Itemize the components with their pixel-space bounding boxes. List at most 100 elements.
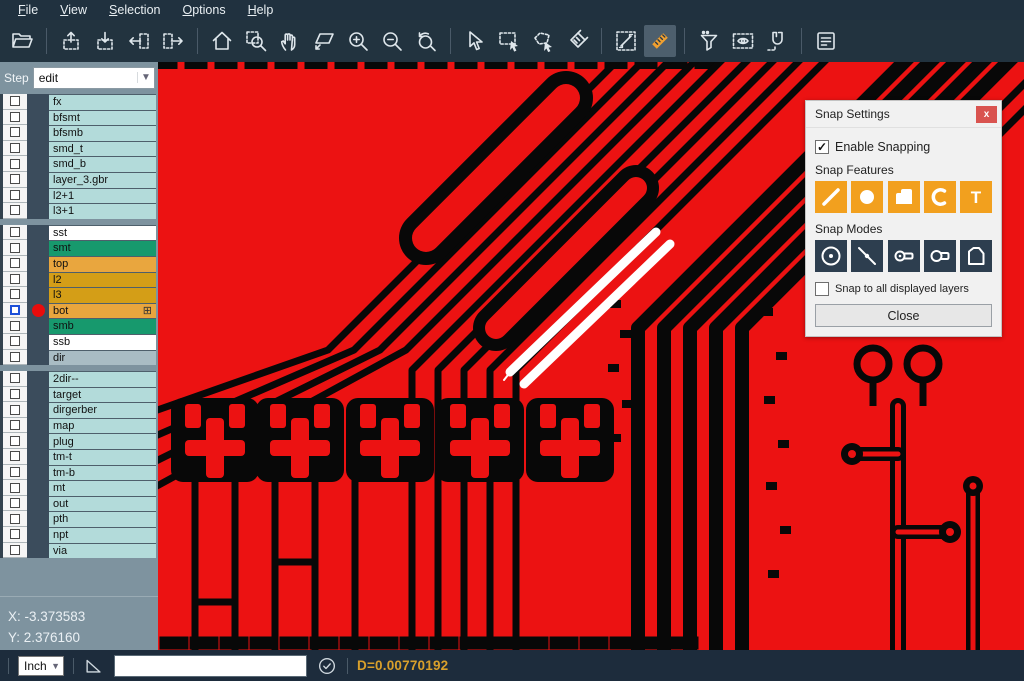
pan-hand-button[interactable]	[274, 25, 306, 57]
angle-measure-button[interactable]	[83, 655, 105, 677]
layer-visibility-checkbox[interactable]	[10, 159, 20, 169]
snap-button[interactable]	[761, 25, 793, 57]
snap-all-layers-checkbox[interactable]	[815, 282, 829, 296]
pan-down-button[interactable]	[89, 25, 121, 57]
layer-name[interactable]: bfsmb	[49, 125, 156, 141]
ruler-button[interactable]	[644, 25, 676, 57]
layer-visibility-checkbox[interactable]	[10, 112, 20, 122]
layer-visibility-checkbox[interactable]	[10, 205, 20, 215]
layer-visibility-checkbox[interactable]	[10, 451, 20, 461]
layer-visibility-checkbox[interactable]	[10, 227, 20, 237]
layer-visibility-checkbox[interactable]	[10, 436, 20, 446]
layer-visibility-checkbox[interactable]	[10, 352, 20, 362]
zoom-selection-button[interactable]	[308, 25, 340, 57]
measure-input[interactable]	[114, 655, 307, 677]
snap-feature-arc-button[interactable]	[924, 181, 956, 213]
snap-feature-text-button[interactable]: T	[960, 181, 992, 213]
home-view-button[interactable]	[206, 25, 238, 57]
layer-name[interactable]: bot ⊞	[49, 303, 156, 319]
layer-visibility-checkbox[interactable]	[10, 498, 20, 508]
enable-snapping-checkbox[interactable]	[815, 140, 829, 154]
pan-right-button[interactable]	[157, 25, 189, 57]
snap-mode-pad-outline-button[interactable]	[924, 240, 956, 272]
pan-left-button[interactable]	[123, 25, 155, 57]
menu-help[interactable]: Help	[238, 1, 284, 19]
view-options-button[interactable]	[727, 25, 759, 57]
layer-visibility-checkbox[interactable]	[10, 389, 20, 399]
select-button[interactable]	[459, 25, 491, 57]
menu-view[interactable]: View	[50, 1, 97, 19]
layer-visibility-checkbox[interactable]	[10, 243, 20, 253]
pan-up-button[interactable]	[55, 25, 87, 57]
paint-button[interactable]	[561, 25, 593, 57]
layer-name[interactable]: smt	[49, 240, 156, 256]
menu-file[interactable]: File	[8, 1, 48, 19]
layer-name[interactable]: plug	[49, 433, 156, 449]
snap-dialog-close-button[interactable]: Close	[815, 304, 992, 327]
select-polygon-button[interactable]	[527, 25, 559, 57]
layer-name[interactable]: out	[49, 496, 156, 512]
menu-options[interactable]: Options	[172, 1, 235, 19]
zoom-out-button[interactable]	[376, 25, 408, 57]
menu-selection[interactable]: Selection	[99, 1, 170, 19]
layer-visibility-checkbox[interactable]	[10, 127, 20, 137]
layer-name[interactable]: l2+1	[49, 188, 156, 204]
layer-visibility-checkbox[interactable]	[10, 483, 20, 493]
filter-button[interactable]	[693, 25, 725, 57]
units-dropdown[interactable]: Inch ▼	[18, 656, 64, 676]
snap-mode-pad-and-hole-button[interactable]	[888, 240, 920, 272]
layer-visibility-checkbox[interactable]	[10, 274, 20, 284]
layer-name[interactable]: target	[49, 387, 156, 403]
layer-name[interactable]: ssb	[49, 334, 156, 350]
layer-name[interactable]: via	[49, 543, 156, 559]
zoom-area-button[interactable]	[240, 25, 272, 57]
layer-name[interactable]: sst	[49, 225, 156, 241]
layer-visibility-checkbox[interactable]	[10, 373, 20, 383]
layer-name[interactable]: smd_t	[49, 141, 156, 157]
layer-visibility-checkbox[interactable]	[10, 289, 20, 299]
layer-visibility-checkbox[interactable]	[10, 174, 20, 184]
layer-name[interactable]: pth	[49, 511, 156, 527]
zoom-previous-button[interactable]	[410, 25, 442, 57]
layer-visibility-checkbox[interactable]	[10, 321, 20, 331]
layer-name[interactable]: mt	[49, 480, 156, 496]
snap-mode-closest-point-button[interactable]	[851, 240, 883, 272]
layer-visibility-checkbox[interactable]	[10, 143, 20, 153]
layer-visibility-checkbox[interactable]	[10, 96, 20, 106]
layer-visibility-checkbox[interactable]	[10, 336, 20, 346]
step-dropdown[interactable]: edit ▼	[33, 67, 155, 89]
layer-name[interactable]: npt	[49, 527, 156, 543]
layer-name[interactable]: tm-t	[49, 449, 156, 465]
layer-visibility-checkbox[interactable]	[10, 514, 20, 524]
snap-dialog-titlebar[interactable]: Snap Settings x	[806, 101, 1001, 128]
layer-visibility-checkbox[interactable]	[10, 305, 20, 315]
layer-name[interactable]: dir	[49, 350, 156, 366]
measure-line-button[interactable]	[610, 25, 642, 57]
layer-name[interactable]: dirgerber	[49, 402, 156, 418]
snap-feature-line-button[interactable]	[815, 181, 847, 213]
layer-name[interactable]: 2dir--	[49, 371, 156, 387]
snap-mode-center-button[interactable]	[815, 240, 847, 272]
select-rectangle-button[interactable]	[493, 25, 525, 57]
layer-name[interactable]: smb	[49, 318, 156, 334]
snap-dialog-close-icon[interactable]: x	[976, 106, 997, 123]
layer-name[interactable]: l3	[49, 287, 156, 303]
layer-name[interactable]: map	[49, 418, 156, 434]
layer-name[interactable]: fx	[49, 94, 156, 110]
layer-visibility-checkbox[interactable]	[10, 467, 20, 477]
snap-feature-surface-button[interactable]	[888, 181, 920, 213]
layer-name[interactable]: l2	[49, 272, 156, 288]
layer-visibility-checkbox[interactable]	[10, 545, 20, 555]
zoom-in-button[interactable]	[342, 25, 374, 57]
layer-visibility-checkbox[interactable]	[10, 420, 20, 430]
layer-visibility-checkbox[interactable]	[10, 529, 20, 539]
layer-visibility-checkbox[interactable]	[10, 258, 20, 268]
open-button[interactable]	[6, 25, 38, 57]
snap-feature-pad-button[interactable]	[851, 181, 883, 213]
report-button[interactable]	[810, 25, 842, 57]
layer-visibility-checkbox[interactable]	[10, 190, 20, 200]
layer-name[interactable]: top	[49, 256, 156, 272]
layer-name[interactable]: l3+1	[49, 203, 156, 219]
snap-mode-contour-button[interactable]	[960, 240, 992, 272]
recalculate-button[interactable]	[316, 655, 338, 677]
